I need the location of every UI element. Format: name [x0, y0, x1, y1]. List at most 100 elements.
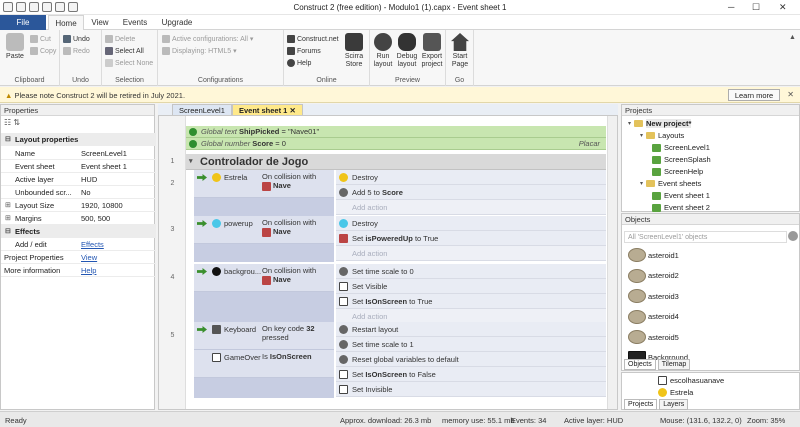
select-all-button[interactable]: Select All — [105, 47, 144, 55]
action-row[interactable]: Set Visible — [336, 279, 606, 294]
tab-objects[interactable]: Objects — [624, 359, 656, 370]
cut-button[interactable]: Cut — [30, 35, 51, 43]
tab-layers[interactable]: Layers — [659, 399, 689, 410]
condition-row[interactable]: powerup On collision with Nave — [194, 216, 334, 244]
expand-icon[interactable]: ⊞ — [5, 199, 11, 212]
displaying-dropdown[interactable]: Displaying: HTML5 ▾ — [162, 47, 237, 55]
debug-layout-button[interactable]: Debug layout — [395, 33, 419, 69]
active-configurations-dropdown[interactable]: Active configurations: All ▾ — [162, 35, 253, 43]
close-notice-icon[interactable]: ✕ — [787, 90, 794, 99]
action-row[interactable]: Destroy — [336, 216, 606, 231]
tree-item-escolhasuanave[interactable]: escolhasuanave — [658, 376, 724, 385]
tree-item[interactable]: ScreenHelp — [652, 167, 703, 176]
property-link[interactable]: View — [81, 251, 97, 264]
action-row[interactable]: Restart layout — [336, 322, 606, 337]
add-action-button[interactable]: Add action — [336, 200, 606, 215]
expand-icon[interactable]: ▾ — [640, 180, 643, 187]
tree-item[interactable]: ▾ New project* — [628, 119, 692, 128]
paste-button[interactable]: Paste — [3, 33, 27, 61]
undo-button[interactable]: Undo — [63, 35, 90, 43]
expand-icon[interactable]: ⊞ — [5, 212, 11, 225]
property-link[interactable]: Effects — [81, 238, 104, 251]
close-icon[interactable]: ✕ — [779, 2, 787, 13]
tab-projects[interactable]: Projects — [624, 399, 658, 410]
start-page-button[interactable]: Start Page — [448, 33, 472, 69]
event-block[interactable]: powerup On collision with Nave Destroy Set i… — [194, 216, 606, 262]
objects-filter-input[interactable]: All 'ScreenLevel1' objects — [624, 231, 787, 243]
collapse-ribbon-icon[interactable]: ▲ — [789, 34, 796, 41]
action-row[interactable]: Set IsOnScreen to True — [336, 294, 606, 309]
tab-file[interactable]: File — [0, 15, 46, 30]
object-item[interactable]: asteroid5 — [628, 330, 679, 344]
construct-net-link[interactable]: Construct.net — [287, 35, 339, 43]
property-row[interactable]: Event sheet Event sheet 1 — [1, 160, 156, 173]
object-item[interactable]: asteroid1 — [628, 248, 679, 262]
property-row[interactable]: ⊞ Layout Size 1920, 10800 — [1, 199, 156, 212]
learn-more-button[interactable]: Learn more — [728, 89, 780, 101]
tab-upgrade[interactable]: Upgrade — [157, 15, 197, 30]
condition-row[interactable]: Estrela On collision with Nave — [194, 170, 334, 198]
minimize-icon[interactable]: ─ — [728, 2, 734, 12]
object-item[interactable]: asteroid2 — [628, 268, 679, 283]
tree-item[interactable]: ▾ Event sheets — [640, 179, 701, 188]
action-row[interactable]: Add 5 to Score — [336, 185, 606, 200]
tree-item[interactable]: ScreenLevel1 — [652, 143, 710, 152]
collapse-icon[interactable]: ⊟ — [5, 133, 11, 146]
event-block[interactable]: Keyboard On key code 32 pressed GameOver Is … — [194, 322, 606, 398]
event-block[interactable]: Estrela On collision with Nave Destroy Add 5… — [194, 170, 606, 216]
property-row[interactable]: Active layer HUD — [1, 173, 156, 186]
global-variable-row[interactable]: Global number Score = 0 Placar — [186, 138, 606, 150]
object-item[interactable]: asteroid3 — [628, 289, 679, 303]
scirra-store-button[interactable]: Scirra Store — [342, 33, 366, 69]
tab-events[interactable]: Events — [117, 15, 153, 30]
maximize-icon[interactable]: ☐ — [752, 2, 760, 13]
tab-home[interactable]: Home — [48, 15, 84, 30]
close-tab-icon[interactable]: ✕ — [289, 106, 295, 115]
tree-item[interactable]: Event sheet 2 — [652, 203, 710, 212]
sort-alpha-icon[interactable]: ⇅ — [13, 118, 20, 127]
redo-button[interactable]: Redo — [63, 47, 90, 55]
event-block[interactable]: backgrou... On collision with Nave Set time… — [194, 264, 606, 325]
property-row[interactable]: More information Help — [1, 264, 156, 277]
property-row[interactable]: Add / edit Effects — [1, 238, 156, 251]
doc-tab-screenlevel1[interactable]: ScreenLevel1 — [172, 104, 232, 115]
condition-row[interactable]: GameOver Is IsOnScreen — [194, 350, 334, 378]
property-row[interactable]: ⊞ Margins 500, 500 — [1, 212, 156, 225]
property-row[interactable]: Project Properties View — [1, 251, 156, 264]
tree-item[interactable]: ▾ Layouts — [640, 131, 684, 140]
action-row[interactable]: Set isPoweredUp to True — [336, 231, 606, 246]
global-variable-row[interactable]: Global text ShipPicked = "Nave01" — [186, 126, 606, 138]
delete-button[interactable]: Delete — [105, 35, 135, 43]
expand-icon[interactable]: ▾ — [628, 120, 631, 127]
help-link[interactable]: Help — [287, 59, 311, 67]
property-link[interactable]: Help — [81, 264, 96, 277]
vertical-scrollbar[interactable] — [607, 116, 617, 409]
condition-row[interactable]: Keyboard On key code 32 pressed — [194, 322, 334, 350]
condition-row[interactable]: backgrou... On collision with Nave — [194, 264, 334, 292]
tree-item[interactable]: Event sheet 1 — [652, 191, 710, 200]
object-item[interactable]: asteroid4 — [628, 309, 679, 324]
tab-view[interactable]: View — [86, 15, 114, 30]
collapse-group-icon[interactable]: ▾ — [189, 154, 193, 170]
categorized-icon[interactable]: ☷ — [4, 118, 11, 127]
collapse-icon[interactable]: ⊟ — [5, 225, 11, 238]
forums-link[interactable]: Forums — [287, 47, 321, 55]
tree-item-estrela[interactable]: Estrela — [658, 388, 693, 397]
property-row[interactable]: Name ScreenLevel1 — [1, 147, 156, 160]
tab-tilemap[interactable]: Tilemap — [657, 359, 691, 370]
action-row[interactable]: Destroy — [336, 170, 606, 185]
copy-button[interactable]: Copy — [30, 47, 56, 55]
action-row[interactable]: Set time scale to 0 — [336, 264, 606, 279]
action-row[interactable]: Reset global variables to default — [336, 352, 606, 367]
action-row[interactable]: Set IsOnScreen to False — [336, 367, 606, 382]
doc-tab-event-sheet-1[interactable]: Event sheet 1 ✕ — [232, 104, 303, 115]
event-group-header[interactable]: ▾ Controlador de Jogo — [186, 154, 606, 170]
add-action-button[interactable]: Add action — [336, 246, 606, 261]
export-project-button[interactable]: Export project — [420, 33, 444, 69]
settings-icon[interactable] — [788, 231, 798, 241]
run-layout-button[interactable]: Run layout — [371, 33, 395, 69]
tree-item[interactable]: ScreenSplash — [652, 155, 711, 164]
select-none-button[interactable]: Select None — [105, 59, 153, 67]
action-row[interactable]: Set Invisible — [336, 382, 606, 397]
action-row[interactable]: Set time scale to 1 — [336, 337, 606, 352]
